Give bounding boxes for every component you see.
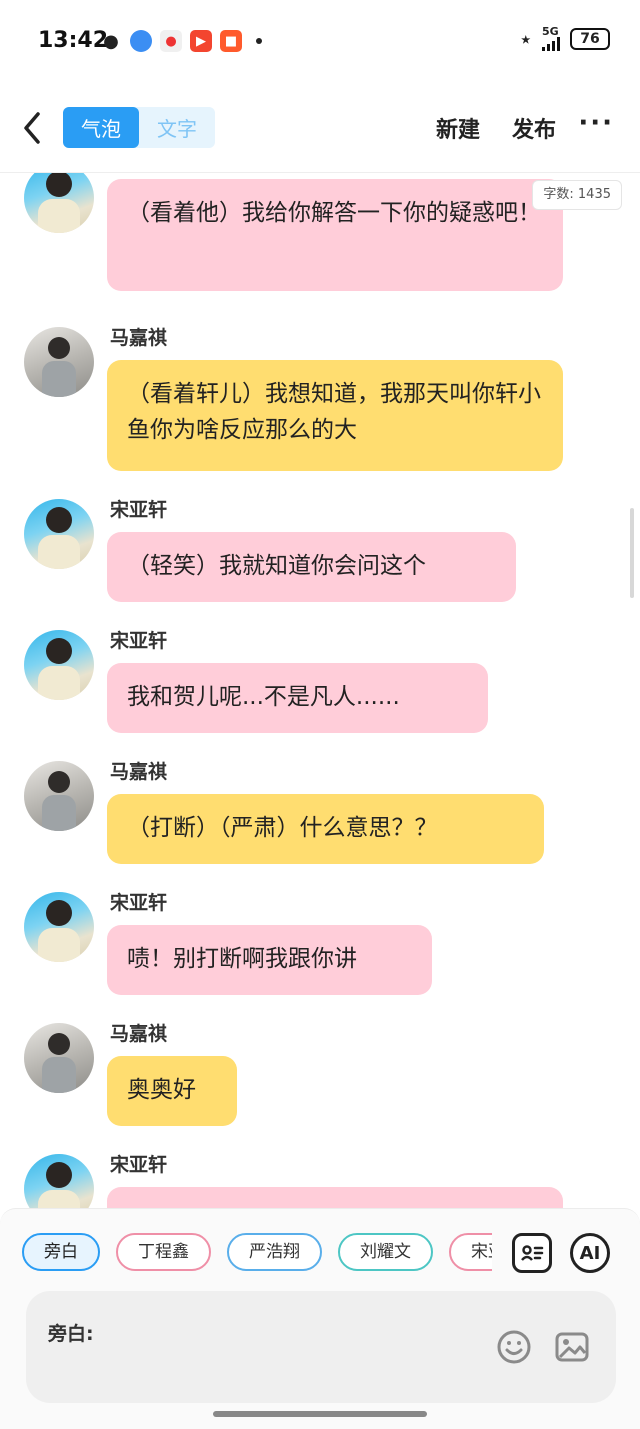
avatar[interactable] bbox=[24, 761, 94, 831]
role-chip-narration[interactable]: 旁白 bbox=[22, 1233, 100, 1271]
emoji-button[interactable] bbox=[496, 1329, 532, 1365]
message-bubble[interactable]: （轻笑）我就知道你会问这个 bbox=[107, 532, 516, 602]
browser-icon bbox=[130, 30, 152, 52]
role-chip-yan[interactable]: 严浩翔 bbox=[227, 1233, 322, 1271]
avatar[interactable] bbox=[24, 630, 94, 700]
avatar[interactable] bbox=[24, 892, 94, 962]
tab-bubble[interactable]: 气泡 bbox=[63, 107, 139, 148]
scrollbar[interactable] bbox=[630, 508, 634, 598]
speaker-name: 宋亚轩 bbox=[110, 1154, 168, 1176]
status-bar: 13:42 ● ● ▶ ■ ⋆ 5G 76 bbox=[0, 0, 640, 80]
image-icon bbox=[555, 1332, 589, 1362]
speaker-name: 宋亚轩 bbox=[110, 499, 168, 521]
back-button[interactable] bbox=[18, 108, 48, 148]
speaker-name: 宋亚轩 bbox=[110, 630, 168, 652]
contact-card-icon bbox=[521, 1245, 544, 1261]
role-chip-ding[interactable]: 丁程鑫 bbox=[116, 1233, 211, 1271]
more-button[interactable]: ··· bbox=[578, 108, 614, 138]
tab-text[interactable]: 文字 bbox=[139, 107, 215, 148]
input-role-label: 旁白: bbox=[48, 1323, 94, 1345]
battery-icon: 76 bbox=[570, 27, 610, 50]
video-icon: ▶ bbox=[190, 30, 212, 52]
message-bubble[interactable]: （看着轩儿）我想知道，我那天叫你轩小鱼你为啥反应那么的大 bbox=[107, 360, 563, 471]
network-type: 5G bbox=[542, 25, 559, 38]
role-chip-liu[interactable]: 刘耀文 bbox=[338, 1233, 433, 1271]
system-icons: ⋆ 5G 76 bbox=[519, 26, 610, 51]
image-button[interactable] bbox=[554, 1329, 590, 1365]
chat-list[interactable]: （看着他）我给你解答一下你的疑惑吧！ 马嘉祺 （看着轩儿）我想知道，我那天叫你轩… bbox=[0, 173, 640, 1208]
avatar[interactable] bbox=[24, 327, 94, 397]
mode-switcher: 气泡 文字 bbox=[63, 107, 215, 148]
avatar[interactable] bbox=[24, 1154, 94, 1208]
status-time: 13:42 bbox=[38, 28, 109, 53]
speaker-name: 马嘉祺 bbox=[110, 761, 168, 783]
chevron-left-icon bbox=[24, 112, 40, 144]
bluetooth-icon: ⋆ bbox=[519, 26, 532, 51]
more-notifications-dot bbox=[256, 38, 262, 44]
message-bubble[interactable]: 奥奥好 bbox=[107, 1056, 237, 1126]
speaker-name: 马嘉祺 bbox=[110, 327, 168, 349]
word-count-badge: 字数: 1435 bbox=[532, 180, 622, 210]
speaker-name: 宋亚轩 bbox=[110, 892, 168, 914]
wechat-icon: ● bbox=[103, 30, 119, 52]
signal-icon: 5G bbox=[542, 26, 560, 51]
message-bubble[interactable] bbox=[107, 1187, 563, 1208]
ai-button[interactable]: AI bbox=[570, 1233, 610, 1273]
notification-icons: ● ● ▶ ■ bbox=[100, 30, 262, 52]
editor-header: 气泡 文字 新建 发布 ··· bbox=[0, 96, 640, 160]
message-bubble[interactable]: （看着他）我给你解答一下你的疑惑吧！ bbox=[107, 179, 563, 291]
emoji-icon bbox=[497, 1330, 531, 1364]
message-input-box[interactable]: 旁白: bbox=[26, 1291, 616, 1403]
message-bubble[interactable]: （打断）（严肃）什么意思？？ bbox=[107, 794, 544, 864]
message-bubble[interactable]: 我和贺儿呢...不是凡人...... bbox=[107, 663, 488, 733]
maps-icon: ● bbox=[160, 30, 182, 52]
avatar[interactable] bbox=[24, 499, 94, 569]
contacts-button[interactable] bbox=[512, 1233, 552, 1273]
role-chip-song[interactable]: 宋亚轩 bbox=[449, 1233, 492, 1271]
message-bubble[interactable]: 啧！别打断啊我跟你讲 bbox=[107, 925, 432, 995]
new-button[interactable]: 新建 bbox=[436, 112, 480, 144]
app-icon: ■ bbox=[220, 30, 242, 52]
home-indicator[interactable] bbox=[213, 1411, 427, 1417]
message-input[interactable] bbox=[106, 1313, 486, 1347]
avatar[interactable] bbox=[24, 1023, 94, 1093]
speaker-name: 马嘉祺 bbox=[110, 1023, 168, 1045]
composer-panel: 旁白 丁程鑫 严浩翔 刘耀文 宋亚轩 AI 旁白: bbox=[0, 1208, 640, 1429]
role-selector: 旁白 丁程鑫 严浩翔 刘耀文 宋亚轩 bbox=[22, 1233, 492, 1273]
avatar[interactable] bbox=[24, 173, 94, 233]
publish-button[interactable]: 发布 bbox=[512, 112, 556, 144]
